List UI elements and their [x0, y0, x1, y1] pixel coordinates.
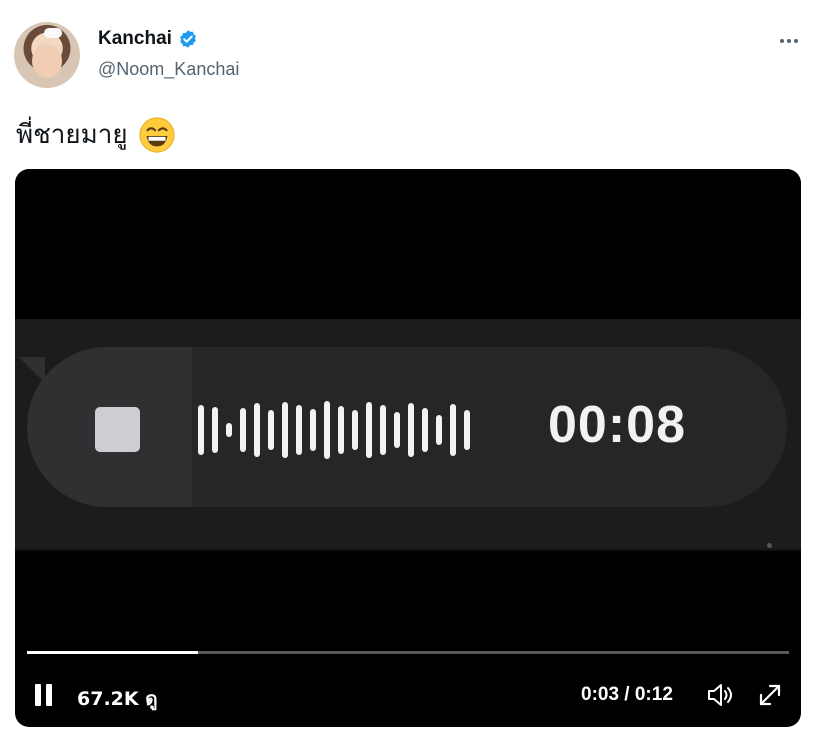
verified-badge-icon [180, 30, 196, 48]
tweet-text-row: พี่ชายมายู [16, 114, 176, 155]
display-name[interactable]: Kanchai [98, 28, 172, 50]
avatar-face [32, 44, 62, 78]
pause-icon[interactable] [35, 684, 53, 706]
video-player[interactable]: 00:08 67.2K ดู 0:03 / 0:12 [15, 169, 801, 727]
tweet-text: พี่ชายมายู [16, 120, 128, 150]
stop-icon [95, 407, 140, 452]
bubble-tail [19, 357, 45, 383]
video-artifact-dot [767, 543, 772, 548]
view-count: 67.2K ดู [77, 688, 158, 710]
video-controls: 67.2K ดู 0:03 / 0:12 [15, 674, 801, 714]
fullscreen-icon[interactable] [755, 680, 785, 710]
volume-icon[interactable] [705, 680, 735, 710]
more-icon[interactable] [776, 32, 802, 50]
grinning-face-emoji-icon [139, 116, 175, 153]
video-progress-fill [27, 651, 199, 654]
video-progress-bar[interactable] [27, 651, 789, 654]
video-time: 0:03 / 0:12 [581, 684, 673, 705]
recording-time: 00:08 [548, 396, 686, 454]
avatar[interactable] [14, 22, 80, 88]
audio-waveform [198, 397, 518, 463]
avatar-hair-bow [44, 28, 62, 38]
author-handle[interactable]: @Noom_Kanchai [98, 59, 239, 80]
author-name-row: Kanchai [98, 28, 198, 50]
band-edge [15, 549, 801, 551]
